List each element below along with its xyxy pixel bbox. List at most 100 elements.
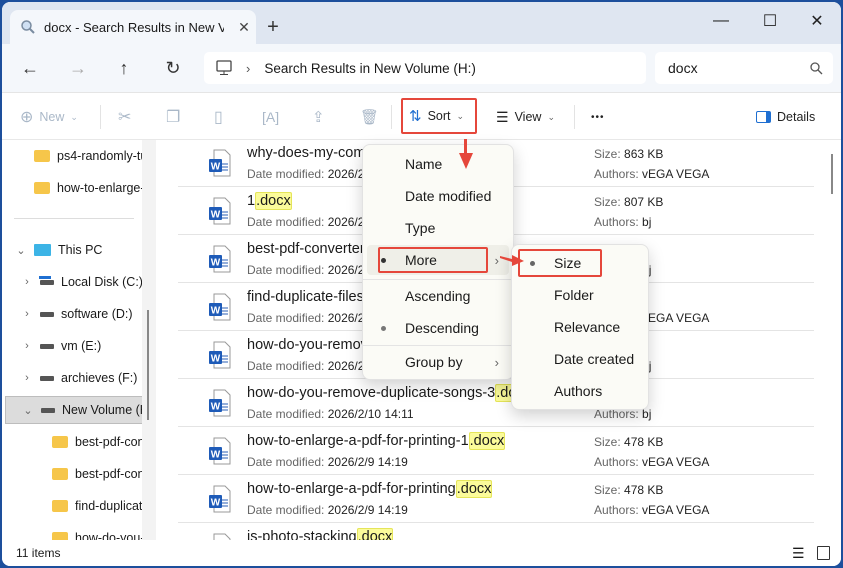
navigation-scrollbar[interactable] (142, 140, 156, 540)
chevron-right-icon: › (494, 252, 499, 268)
rename-icon[interactable]: [A] (262, 103, 279, 131)
chevron-right-icon[interactable]: › (14, 308, 40, 320)
more-menu-authors[interactable]: Authors (516, 376, 644, 406)
file-name[interactable]: how-to-enlarge-a-pdf-for-printing-1.docx (247, 432, 506, 450)
file-explorer-window: docx - Search Results in New Volume (H:)… (2, 2, 841, 566)
file-authors: Authors: vEGA VEGA (594, 167, 709, 181)
navigation-pane: ps4-randomly-turns-on how-to-enlarge-a-p… (2, 140, 142, 540)
cut-icon[interactable]: ✂ (118, 103, 131, 131)
sidebar-item-label: archieves (F:) (61, 371, 138, 385)
sidebar-item[interactable]: best-pdf-converter-2 (2, 460, 142, 488)
chevron-down-icon[interactable]: ⌄ (15, 404, 41, 417)
menu-item-label: Folder (554, 287, 594, 303)
file-name[interactable]: find-duplicate-files (247, 289, 364, 305)
search-icon[interactable] (810, 61, 823, 75)
file-row[interactable]: W how-to-enlarge-a-pdf-for-printing-1.do… (178, 427, 814, 475)
sidebar-item[interactable]: how-do-you-remove (2, 524, 142, 540)
maximize-button[interactable]: ☐ (747, 8, 793, 34)
svg-text:W: W (211, 450, 221, 461)
chevron-right-icon[interactable]: › (14, 340, 40, 352)
paste-icon[interactable]: ▯ (214, 103, 223, 131)
share-icon[interactable]: ⇪ (312, 103, 325, 131)
sidebar-item[interactable]: find-duplicate-files (2, 492, 142, 520)
menu-item-label: Descending (405, 320, 479, 336)
details-button[interactable]: Details (756, 103, 815, 131)
file-row[interactable]: W how-do-you-remove-duplicate-songs-3.do… (178, 379, 814, 427)
delete-icon[interactable]: 🗑 (360, 103, 379, 131)
tab-search-results[interactable]: docx - Search Results in New Volume (H:)… (10, 10, 256, 44)
sort-menu-group-by[interactable]: Group by › (367, 347, 509, 377)
chevron-right-icon[interactable]: › (14, 276, 40, 288)
file-name[interactable]: 1.docx (247, 192, 292, 210)
sort-button[interactable]: ⇅ Sort ⌄ (401, 98, 477, 134)
up-icon[interactable]: ↑ (110, 56, 138, 80)
file-name[interactable]: how-to-enlarge-a-pdf-for-printing.docx (247, 480, 493, 498)
divider (14, 218, 134, 219)
sidebar-item-this-pc[interactable]: ⌄ This PC (2, 236, 142, 264)
sort-menu-descending[interactable]: Descending (367, 313, 509, 343)
sort-menu-ascending[interactable]: Ascending (367, 281, 509, 311)
new-tab-button[interactable]: + (260, 14, 286, 40)
sidebar-item-new-volume[interactable]: ⌄ New Volume (H:) (5, 396, 142, 424)
sidebar-item-drive-c[interactable]: › Local Disk (C:) (2, 268, 142, 296)
file-name[interactable]: is-photo-stacking.docx (247, 528, 394, 540)
sidebar-item[interactable]: ps4-randomly-turns-on (2, 142, 142, 170)
svg-text:W: W (211, 162, 221, 173)
file-name[interactable]: how-do-you-remove-duplicate-songs-3.docx (247, 384, 532, 402)
file-row[interactable]: W is-photo-stacking.docx (178, 523, 814, 540)
tab-title: docx - Search Results in New Volume (H:) (44, 19, 224, 35)
sort-menu-more[interactable]: More › (367, 245, 509, 275)
chevron-right-icon[interactable]: › (14, 372, 40, 384)
sidebar-item[interactable]: best-pdf-converter (2, 428, 142, 456)
search-input[interactable]: docx (668, 60, 698, 76)
svg-text:W: W (211, 402, 221, 413)
more-menu-date-created[interactable]: Date created (516, 344, 644, 374)
sort-menu-name[interactable]: Name (367, 149, 509, 179)
chevron-down-icon[interactable]: ⌄ (8, 244, 34, 257)
sidebar-item-drive-f[interactable]: › archieves (F:) (2, 364, 142, 392)
file-name[interactable]: how-do-you-remove (247, 337, 376, 353)
sort-menu-date-modified[interactable]: Date modified (367, 181, 509, 211)
authors-value: vEGA VEGA (642, 311, 710, 325)
sidebar-item[interactable]: how-to-enlarge-a-pdf (2, 174, 142, 202)
sort-menu: Name Date modified Type More › Ascending … (362, 144, 514, 380)
more-options-button[interactable]: ••• (591, 103, 605, 131)
file-basename: how-to-enlarge-a-pdf-for-printing (247, 481, 456, 497)
close-button[interactable]: ✕ (794, 8, 840, 34)
date-modified-value: 2026/2 (327, 311, 365, 325)
word-document-icon: W (209, 197, 231, 225)
sidebar-item-drive-e[interactable]: › vm (E:) (2, 332, 142, 360)
large-icons-view-icon[interactable] (817, 546, 830, 560)
sidebar-item-label: best-pdf-converter (75, 435, 142, 449)
more-menu-relevance[interactable]: Relevance (516, 312, 644, 342)
forward-icon[interactable]: → (64, 56, 92, 80)
details-view-icon[interactable]: ☰ (792, 545, 805, 562)
sort-menu-type[interactable]: Type (367, 213, 509, 243)
file-basename: how-do-you-remove (247, 337, 376, 353)
refresh-icon[interactable]: ↻ (159, 56, 187, 80)
search-box[interactable]: docx (655, 52, 833, 84)
copy-icon[interactable]: ❐ (166, 103, 180, 131)
back-icon[interactable]: ← (16, 56, 44, 80)
size-label: Size: (594, 483, 621, 497)
address-bar[interactable]: › Search Results in New Volume (H:) (204, 52, 646, 84)
word-document-icon: W (209, 341, 231, 369)
date-modified-label: Date modified: (247, 359, 325, 373)
date-modified: Date modified: 2026/2 (247, 311, 364, 325)
sidebar-item-label: This PC (58, 243, 103, 257)
sidebar-item-drive-d[interactable]: › software (D:) (2, 300, 142, 328)
file-name[interactable]: best-pdf-converter (247, 241, 365, 257)
close-tab-icon[interactable]: ✕ (232, 19, 256, 36)
more-menu-size[interactable]: Size (516, 248, 644, 278)
breadcrumb-path[interactable]: Search Results in New Volume (H:) (264, 61, 476, 76)
svg-text:W: W (211, 210, 221, 221)
minimize-button[interactable]: — (698, 8, 744, 34)
word-document-icon: W (209, 533, 231, 540)
view-button[interactable]: ☰ View ⌄ (496, 103, 555, 131)
file-authors: Authors: vEGA VEGA (594, 455, 709, 469)
file-row[interactable]: W how-to-enlarge-a-pdf-for-printing.docx… (178, 475, 814, 523)
file-list-scrollbar[interactable] (826, 140, 839, 540)
more-menu-folder[interactable]: Folder (516, 280, 644, 310)
new-button[interactable]: ⊕ New ⌄ (20, 103, 78, 131)
title-bar: docx - Search Results in New Volume (H:)… (2, 2, 841, 44)
